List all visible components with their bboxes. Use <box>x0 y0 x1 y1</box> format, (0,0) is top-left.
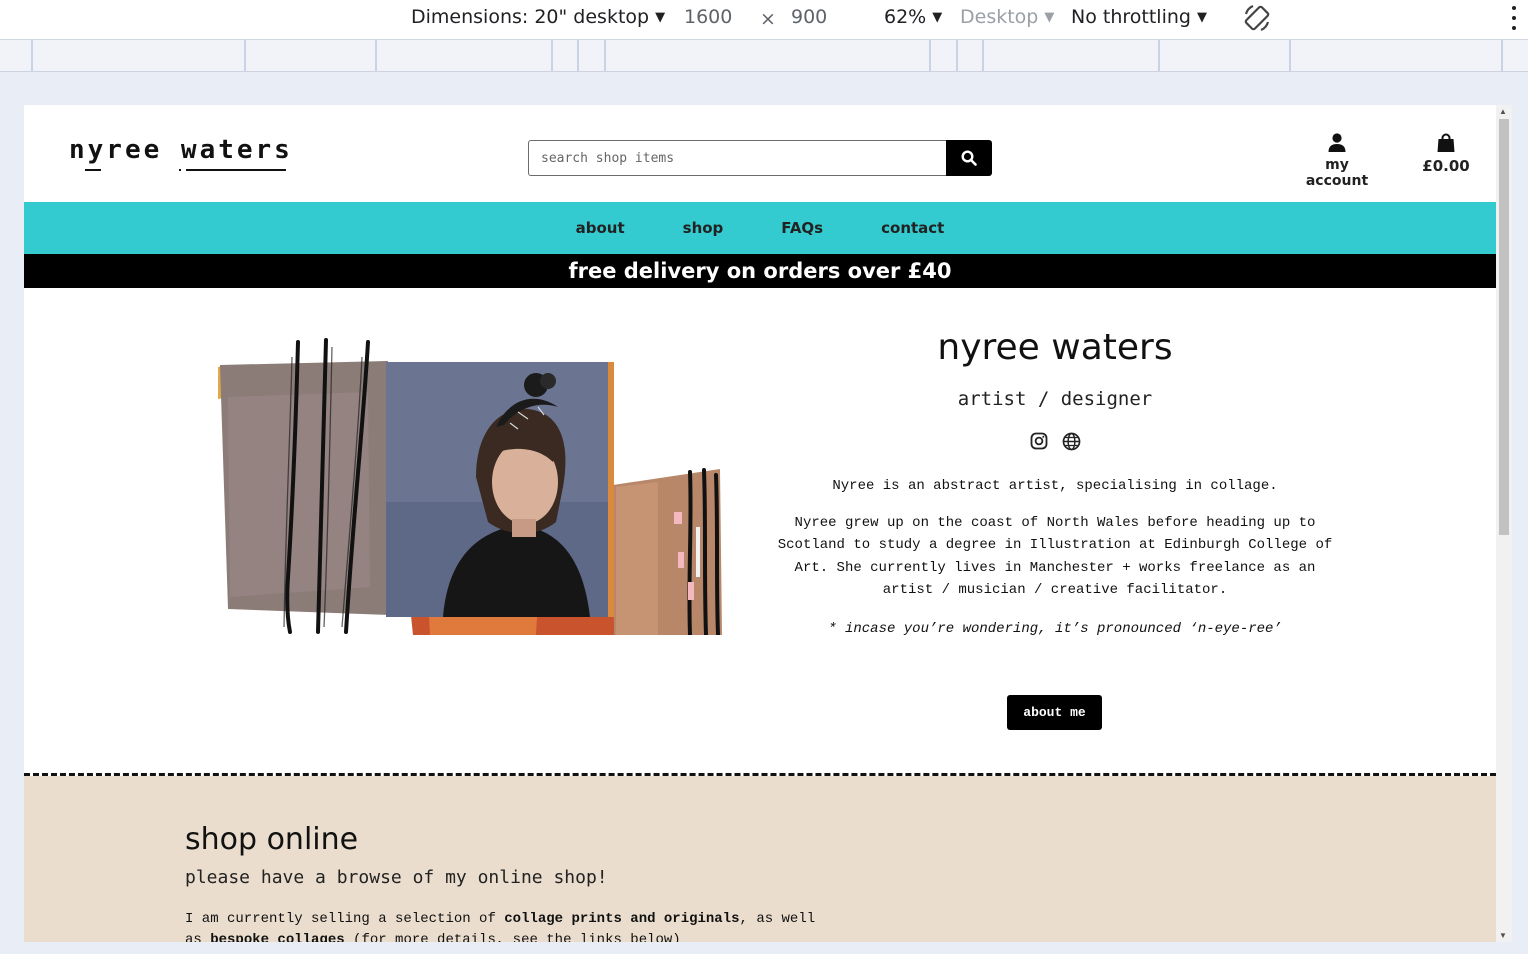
device-type-dropdown[interactable]: Desktop ▼ <box>960 6 1054 28</box>
dimensions-label: Dimensions: 20" desktop <box>411 6 650 28</box>
shop-title: shop online <box>185 822 359 857</box>
zoom-dropdown[interactable]: 62% ▼ <box>884 6 942 28</box>
nav-item-contact[interactable]: contact <box>852 219 973 237</box>
chevron-down-icon: ▼ <box>932 9 943 25</box>
search-icon <box>961 150 977 166</box>
my-account-label: my account <box>1305 157 1369 189</box>
artist-collage-image <box>218 338 722 635</box>
logo-underline <box>179 169 181 171</box>
about-me-button[interactable]: about me <box>1007 695 1102 730</box>
pronunciation-note: * incase you’re wondering, it’s pronounc… <box>828 620 1282 637</box>
web-page: nyree waters my account <box>24 105 1496 942</box>
social-links <box>774 432 1336 451</box>
my-account-link[interactable]: my account <box>1292 133 1382 189</box>
device-type-label: Desktop <box>960 6 1039 28</box>
chevron-down-icon: ▼ <box>655 9 666 25</box>
instagram-icon[interactable] <box>1030 432 1048 450</box>
nav-item-shop[interactable]: shop <box>654 219 753 237</box>
hero-title: nyree waters <box>937 327 1173 368</box>
chevron-down-icon: ▼ <box>1044 9 1055 25</box>
chevron-down-icon: ▼ <box>1196 9 1207 25</box>
shop-section: shop online please have a browse of my o… <box>24 776 1496 942</box>
zoom-label: 62% <box>884 6 927 28</box>
shopping-bag-icon <box>1437 133 1455 152</box>
site-header: nyree waters my account <box>24 105 1496 202</box>
more-options-icon[interactable] <box>1510 6 1518 30</box>
device-viewport: nyree waters my account <box>24 105 1512 942</box>
scroll-down-icon[interactable]: ▼ <box>1499 931 1507 940</box>
globe-icon[interactable] <box>1062 432 1081 451</box>
logo-underline <box>85 169 101 171</box>
throttling-dropdown[interactable]: No throttling ▼ <box>1071 6 1207 28</box>
search-input[interactable] <box>528 140 946 176</box>
main-nav: about shop FAQs contact <box>24 202 1496 254</box>
shop-subtitle: please have a browse of my online shop! <box>185 867 608 888</box>
intro-paragraph: Nyree is an abstract artist, specialisin… <box>832 478 1278 494</box>
user-icon <box>1328 133 1346 152</box>
artist-intro: nyree waters artist / designer Nyree is … <box>774 327 1336 640</box>
scrollbar-thumb[interactable] <box>1499 119 1509 535</box>
cart-link[interactable]: £0.00 <box>1414 133 1478 175</box>
height-input[interactable]: 900 <box>791 6 827 28</box>
width-input[interactable]: 1600 <box>684 6 732 28</box>
shop-intro: I am currently selling a selection of co… <box>185 909 825 942</box>
times-icon: × <box>760 8 776 30</box>
rotate-icon[interactable] <box>1241 2 1273 34</box>
shop-intro-bold: collage prints and originals <box>504 911 740 927</box>
throttling-label: No throttling <box>1071 6 1191 28</box>
delivery-banner: free delivery on orders over £40 <box>24 254 1496 288</box>
shop-intro-text: I am currently selling a selection of <box>185 911 505 927</box>
bio-paragraph: Nyree grew up on the coast of North Wale… <box>777 514 1333 599</box>
hero-subtitle: artist / designer <box>957 388 1153 410</box>
search-form <box>528 140 992 176</box>
logo-underline <box>186 169 286 171</box>
shop-intro-text: (for more details, see the links below) <box>344 932 681 942</box>
media-query-ruler <box>0 40 1528 72</box>
shop-intro-bold: bespoke collages <box>210 932 345 942</box>
nav-item-faqs[interactable]: FAQs <box>752 219 852 237</box>
page-scrollbar[interactable]: ▲ ▼ <box>1496 105 1512 942</box>
cart-total: £0.00 <box>1422 157 1470 175</box>
scroll-up-icon[interactable]: ▲ <box>1499 107 1507 116</box>
dimensions-dropdown[interactable]: Dimensions: 20" desktop ▼ <box>411 6 665 28</box>
site-logo[interactable]: nyree waters <box>69 135 293 165</box>
search-button[interactable] <box>946 140 992 176</box>
nav-item-about[interactable]: about <box>547 219 654 237</box>
devtools-toolbar: Dimensions: 20" desktop ▼ 1600 × 900 62%… <box>0 0 1528 40</box>
